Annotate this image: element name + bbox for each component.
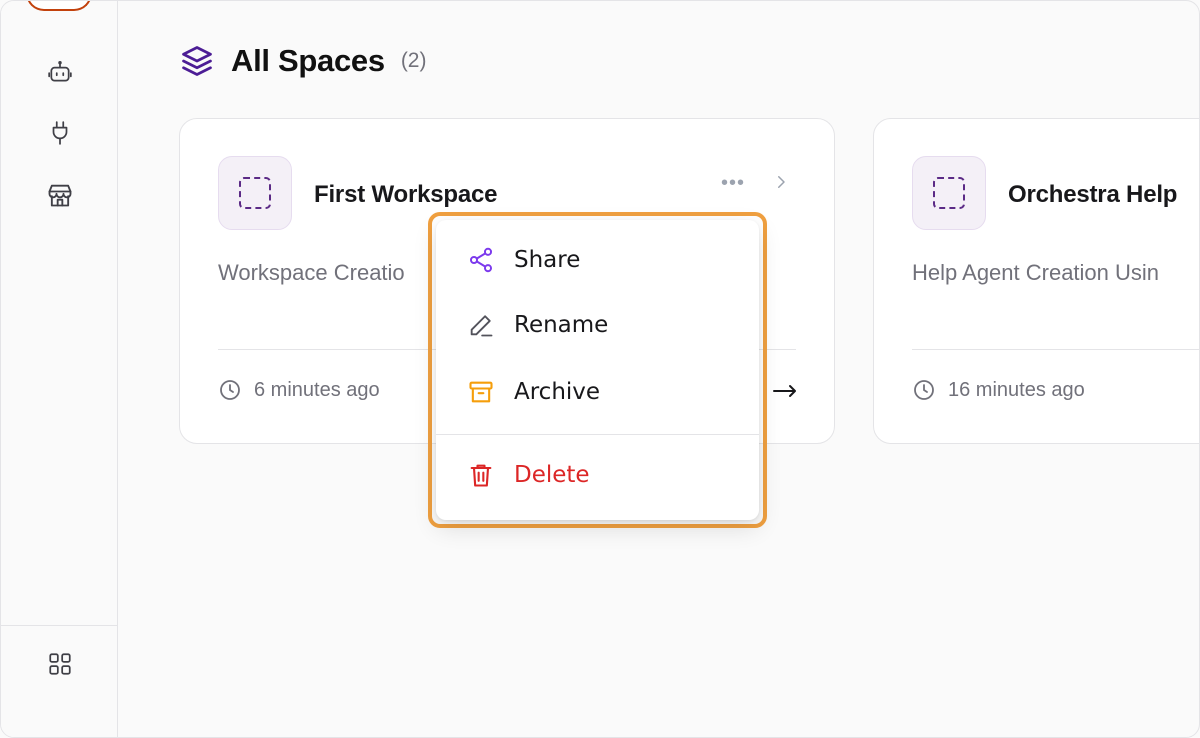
card-divider — [912, 349, 1199, 350]
store-icon[interactable] — [45, 180, 75, 210]
space-card[interactable]: Orchestra Help Help Agent Creation Usin … — [873, 118, 1199, 444]
space-timestamp: 16 minutes ago — [912, 376, 1085, 404]
menu-item-share[interactable]: Share — [436, 232, 759, 288]
timestamp-label: 16 minutes ago — [948, 378, 1085, 401]
space-description: Workspace Creatio — [218, 260, 405, 285]
pencil-icon — [466, 310, 496, 340]
space-timestamp: 6 minutes ago — [218, 376, 380, 404]
menu-separator — [436, 434, 759, 435]
trash-icon — [466, 460, 496, 490]
share-icon — [466, 245, 496, 275]
chevron-right-icon[interactable] — [768, 169, 794, 195]
timestamp-label: 6 minutes ago — [254, 378, 380, 401]
space-title: Orchestra Help — [1008, 181, 1178, 208]
menu-item-label: Rename — [514, 312, 609, 338]
spaces-count: (2) — [400, 49, 427, 72]
space-avatar — [218, 156, 292, 230]
clock-icon — [912, 378, 936, 402]
menu-item-delete[interactable]: Delete — [436, 447, 759, 503]
menu-item-archive[interactable]: Archive — [436, 364, 759, 420]
space-title: First Workspace — [314, 181, 498, 208]
menu-item-label: Share — [514, 247, 581, 273]
selection-icon — [239, 177, 271, 209]
app-logo[interactable] — [26, 1, 92, 11]
menu-item-label: Delete — [514, 462, 590, 488]
page-title: All Spaces — [231, 43, 385, 78]
menu-item-rename[interactable]: Rename — [436, 297, 759, 353]
grid-icon[interactable] — [45, 649, 75, 679]
selection-icon — [933, 177, 965, 209]
archive-icon — [466, 377, 496, 407]
layers-icon — [179, 43, 215, 79]
app-window: All Spaces (2) First Workspace ••• Works… — [0, 0, 1200, 738]
menu-item-label: Archive — [514, 379, 601, 405]
space-avatar — [912, 156, 986, 230]
sidebar — [1, 1, 118, 737]
clock-icon — [218, 378, 242, 402]
context-menu: Share Rename Archive Delete — [436, 220, 759, 520]
bot-icon[interactable] — [45, 57, 75, 87]
arrow-right-icon[interactable] — [772, 381, 798, 401]
page-header: All Spaces (2) — [179, 43, 426, 79]
sidebar-divider — [1, 625, 118, 626]
plug-icon[interactable] — [45, 118, 75, 148]
more-options-icon[interactable]: ••• — [718, 171, 748, 195]
space-description: Help Agent Creation Usin — [912, 260, 1160, 285]
